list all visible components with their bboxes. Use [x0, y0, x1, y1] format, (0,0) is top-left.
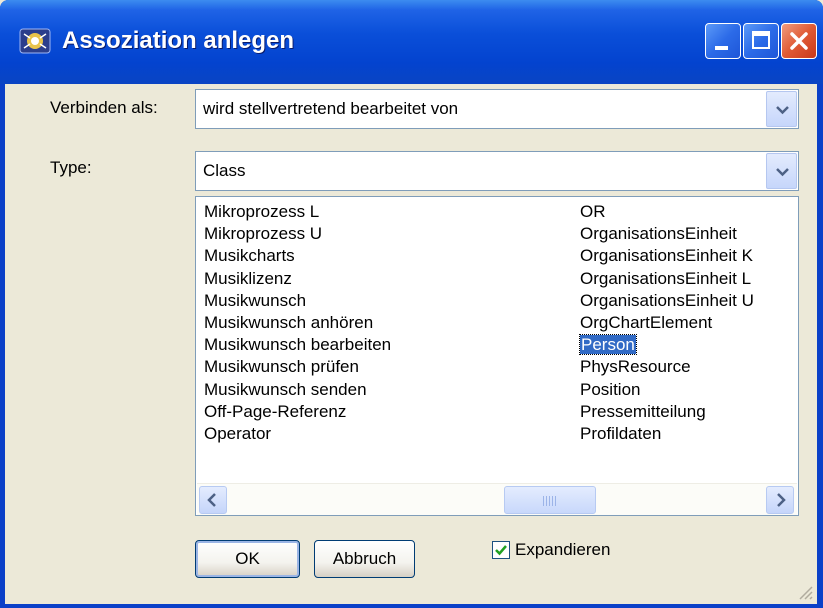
scroll-thumb[interactable]: [504, 486, 596, 514]
list-item[interactable]: PhysResource: [577, 356, 754, 378]
close-icon: [790, 32, 808, 50]
list-item[interactable]: Position: [577, 379, 754, 401]
window-title: Assoziation anlegen: [62, 27, 295, 54]
type-select[interactable]: Class: [195, 151, 799, 191]
app-icon: [19, 28, 51, 54]
list-item[interactable]: Musikcharts: [201, 245, 391, 267]
checkmark-icon: [495, 545, 507, 556]
expandieren-checkbox[interactable]: [492, 541, 510, 559]
class-listbox[interactable]: Mikroprozess L Mikroprozess U Musikchart…: [195, 196, 799, 516]
type-label: Type:: [50, 158, 92, 177]
list-item[interactable]: Mikroprozess U: [201, 223, 391, 245]
list-item[interactable]: Profildaten: [577, 423, 754, 445]
list-item[interactable]: OrgChartElement: [577, 312, 754, 334]
dialog-window: Assoziation anlegen Verbinden als: wird …: [0, 0, 823, 608]
close-button[interactable]: [781, 23, 817, 59]
title-bar[interactable]: Assoziation anlegen: [0, 0, 823, 84]
maximize-icon: [752, 31, 770, 49]
list-item-selected[interactable]: Person: [577, 334, 754, 356]
ok-button[interactable]: OK: [195, 540, 300, 578]
grip-icon: [543, 496, 557, 506]
verbinden-select[interactable]: wird stellvertretend bearbeitet von: [195, 89, 799, 129]
dialog-body: Verbinden als: wird stellvertretend bear…: [5, 84, 817, 604]
list-item[interactable]: OR: [577, 201, 754, 223]
minimize-icon: [715, 46, 728, 50]
verbinden-label: Verbinden als:: [50, 98, 158, 117]
chevron-down-icon: [776, 106, 789, 115]
list-item[interactable]: OrganisationsEinheit U: [577, 290, 754, 312]
list-column-left: Mikroprozess L Mikroprozess U Musikchart…: [201, 201, 391, 445]
verbinden-dropdown-button[interactable]: [766, 91, 797, 127]
list-item[interactable]: Musikwunsch: [201, 290, 391, 312]
list-item[interactable]: Mikroprozess L: [201, 201, 391, 223]
list-column-right: OR OrganisationsEinheit OrganisationsEin…: [577, 201, 754, 445]
expandieren-label[interactable]: Expandieren: [515, 540, 610, 560]
minimize-button[interactable]: [705, 23, 741, 59]
list-item[interactable]: Operator: [201, 423, 391, 445]
chevron-down-icon: [776, 168, 789, 177]
scroll-left-button[interactable]: [199, 486, 227, 514]
list-item[interactable]: Musikwunsch senden: [201, 379, 391, 401]
resize-grip-icon[interactable]: [797, 584, 813, 600]
type-select-value: Class: [203, 161, 246, 180]
list-item[interactable]: OrganisationsEinheit L: [577, 268, 754, 290]
type-dropdown-button[interactable]: [766, 153, 797, 189]
scroll-right-button[interactable]: [766, 486, 794, 514]
list-item[interactable]: Pressemitteilung: [577, 401, 754, 423]
cancel-button[interactable]: Abbruch: [314, 540, 415, 578]
list-item[interactable]: Musikwunsch bearbeiten: [201, 334, 391, 356]
list-item[interactable]: Musikwunsch anhören: [201, 312, 391, 334]
list-item[interactable]: Musikwunsch prüfen: [201, 356, 391, 378]
arrow-right-icon: [777, 493, 786, 507]
list-item[interactable]: Musiklizenz: [201, 268, 391, 290]
list-item[interactable]: Off-Page-Referenz: [201, 401, 391, 423]
horizontal-scrollbar[interactable]: [197, 483, 797, 515]
maximize-button[interactable]: [743, 23, 779, 59]
list-item[interactable]: OrganisationsEinheit: [577, 223, 754, 245]
verbinden-select-value: wird stellvertretend bearbeitet von: [203, 99, 459, 118]
arrow-left-icon: [207, 493, 216, 507]
list-item[interactable]: OrganisationsEinheit K: [577, 245, 754, 267]
